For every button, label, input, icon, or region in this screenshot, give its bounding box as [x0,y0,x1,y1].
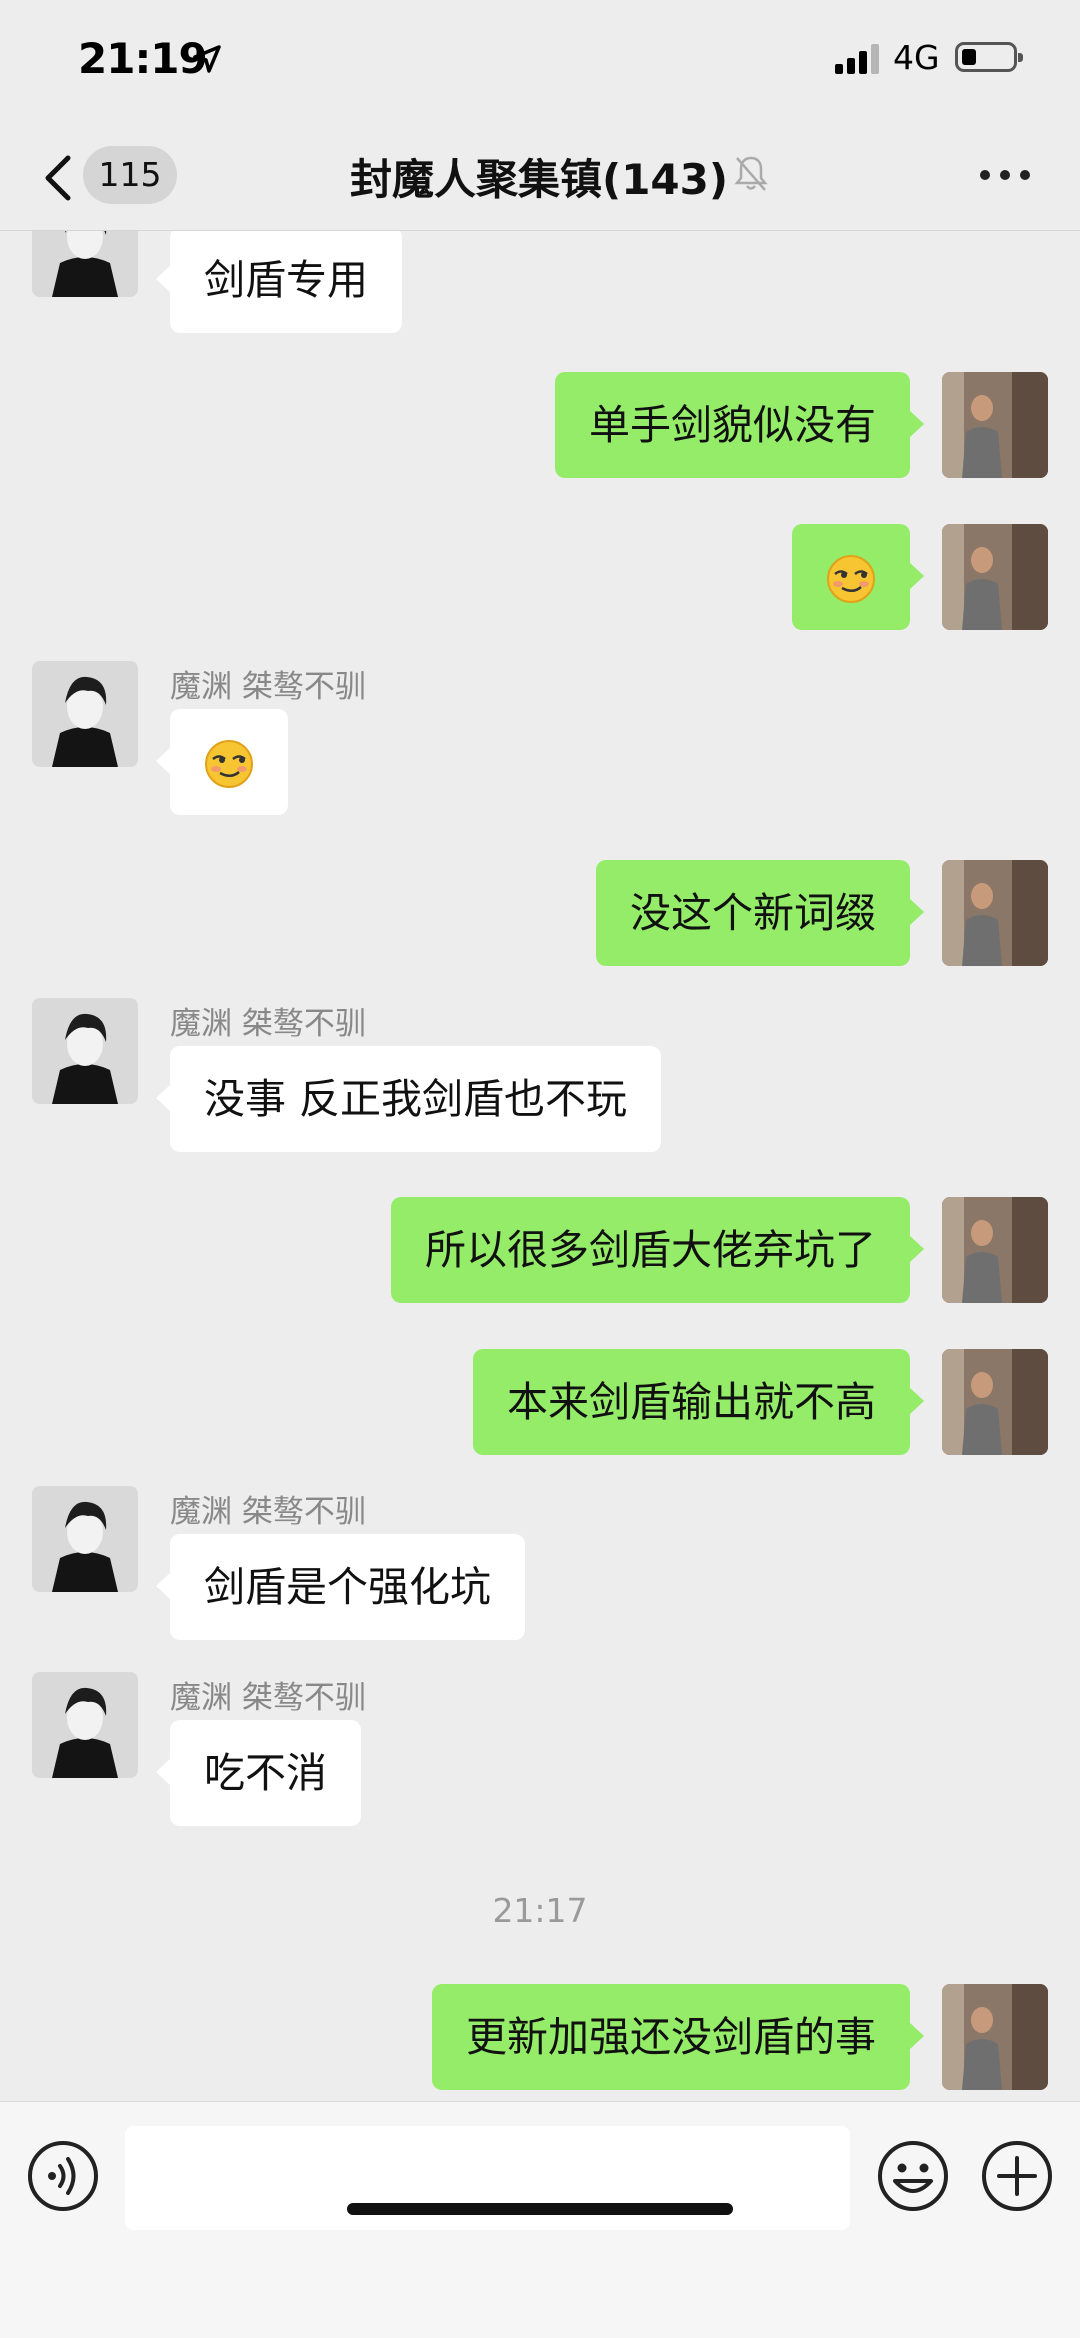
voice-input-icon[interactable] [26,2139,100,2213]
emoji-message-bubble[interactable] [792,524,924,630]
sender-avatar[interactable] [32,998,138,1104]
status-bar: 21:19 4G [0,0,1080,120]
my-avatar[interactable] [942,860,1048,966]
message-row: 所以很多剑盾大佬弃坑了 [0,1197,1080,1303]
back-arrow-icon[interactable] [38,148,78,208]
message-row: 没这个新词缀 [0,860,1080,966]
cellular-signal-icon [835,44,879,74]
my-avatar[interactable] [942,1984,1048,2090]
network-type: 4G [893,38,940,77]
smirk-emoji-icon [205,740,253,788]
muted-bell-icon [734,156,768,191]
message-row: 魔渊 桀骜不驯 吃不消 [0,1672,1080,1828]
message-bubble[interactable]: 没事 反正我剑盾也不玩 [155,1046,662,1152]
message-row: 魔渊 桀骜不驯 没事 反正我剑盾也不玩 [0,998,1080,1154]
smirk-emoji-icon [827,555,875,603]
add-attachment-icon[interactable] [980,2139,1054,2213]
sender-name: 魔渊 桀骜不驯 [170,1494,366,1530]
my-avatar[interactable] [942,372,1048,478]
sender-avatar[interactable] [32,1672,138,1778]
message-timestamp: 21:17 [492,1891,588,1930]
location-arrow-icon [193,45,221,73]
home-indicator [347,2203,733,2215]
sender-name: 魔渊 桀骜不驯 [170,669,366,705]
my-avatar[interactable] [942,1349,1048,1455]
message-row: 更新加强还没剑盾的事 [0,1984,1080,2090]
message-row: 剑盾专用 [0,231,1080,333]
more-options-icon[interactable] [980,170,1032,184]
message-row: 魔渊 桀骜不驯 [0,661,1080,817]
my-avatar[interactable] [942,1197,1048,1303]
my-avatar[interactable] [942,524,1048,630]
battery-icon [955,42,1023,72]
emoji-picker-icon[interactable] [876,2139,950,2213]
sender-avatar[interactable] [32,1486,138,1592]
message-list[interactable]: 剑盾专用 单手剑貌似没有 魔渊 桀骜不驯 没这个新词缀 魔渊 桀骜不驯 没事 反… [0,231,1080,2101]
sender-avatar[interactable] [32,231,138,297]
message-bubble[interactable]: 没这个新词缀 [596,860,924,966]
input-bar [0,2101,1080,2338]
message-bubble[interactable]: 所以很多剑盾大佬弃坑了 [391,1197,924,1303]
message-row: 单手剑貌似没有 [0,372,1080,478]
sender-avatar[interactable] [32,661,138,767]
sender-name: 魔渊 桀骜不驯 [170,1680,366,1716]
emoji-message-bubble[interactable] [156,709,288,815]
message-bubble[interactable]: 本来剑盾输出就不高 [473,1349,924,1455]
message-bubble[interactable]: 吃不消 [156,1720,361,1826]
message-bubble[interactable]: 剑盾是个强化坑 [156,1534,525,1640]
sender-name: 魔渊 桀骜不驯 [170,1006,366,1042]
chat-title: 封魔人聚集镇(143) [350,155,729,204]
message-row: 本来剑盾输出就不高 [0,1349,1080,1455]
status-time: 21:19 [78,34,208,83]
message-bubble[interactable]: 单手剑貌似没有 [555,372,924,478]
message-row [0,524,1080,630]
unread-count-badge[interactable]: 115 [83,146,177,204]
message-bubble[interactable]: 更新加强还没剑盾的事 [432,1984,924,2090]
chat-header: 115 封魔人聚集镇(143) [0,120,1080,231]
message-bubble[interactable]: 剑盾专用 [156,231,402,333]
message-row: 魔渊 桀骜不驯 剑盾是个强化坑 [0,1486,1080,1642]
